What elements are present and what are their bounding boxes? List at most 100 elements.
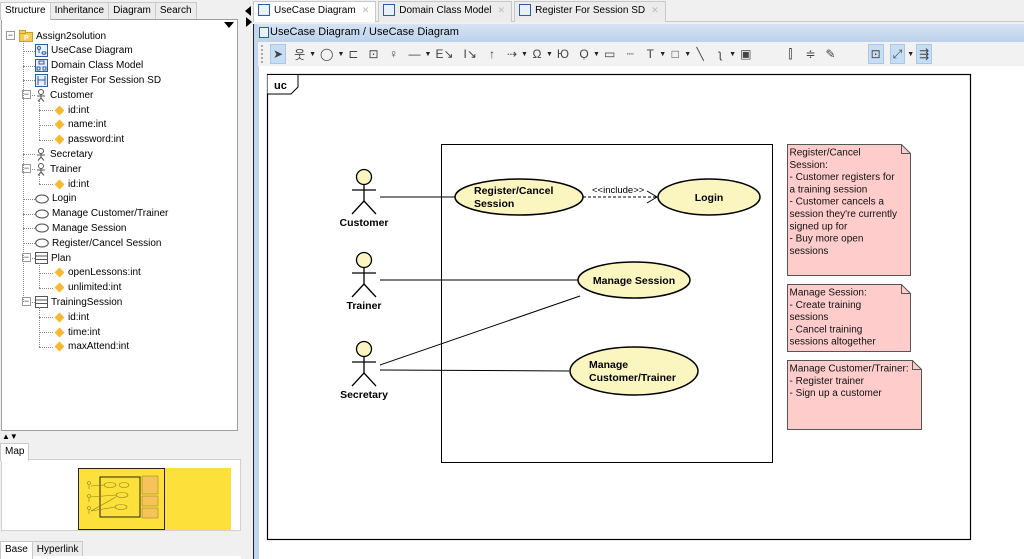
tree-item[interactable]: id:int: [53, 177, 89, 191]
note-text-line: - Customer cancels a: [790, 197, 885, 208]
tree-item[interactable]: password:int: [53, 133, 124, 147]
anchor-tool-button[interactable]: ┈: [623, 44, 637, 64]
tab-diagram[interactable]: Diagram: [108, 2, 156, 19]
pin-tool-button[interactable]: ♀: [387, 44, 401, 64]
tree-item[interactable]: name:int: [53, 118, 106, 132]
note-register[interactable]: Register/CancelSession:- Customer regist…: [787, 144, 911, 276]
map-overview[interactable]: [1, 459, 241, 531]
dropdown-arrow-icon[interactable]: ▼: [425, 51, 432, 58]
package-tool-button[interactable]: ⊏: [346, 44, 360, 64]
tab-inheritance[interactable]: Inheritance: [49, 2, 110, 19]
editor-tab-domain-class-model[interactable]: Domain Class Model ✕: [378, 1, 513, 22]
distribute-tool-button[interactable]: ≑: [803, 44, 817, 64]
tree-item[interactable]: maxAttend:int: [53, 340, 129, 354]
tree-menu-arrow-icon[interactable]: [224, 22, 234, 28]
interface-tool-icon: Ω: [532, 47, 542, 61]
actor-tool-button[interactable]: 웃: [292, 44, 307, 64]
interface-tool-button[interactable]: Ω: [530, 44, 544, 64]
realization-tool-button[interactable]: Ю: [555, 44, 571, 64]
subsystem-tool-button[interactable]: ⊡: [366, 44, 380, 64]
include-tool-button[interactable]: I↘: [462, 44, 479, 64]
tree-item[interactable]: Register For Session SD: [35, 73, 161, 87]
usecase-manage-customer-trainer[interactable]: Manage Customer/Trainer: [569, 346, 699, 396]
dependency-tool-button[interactable]: ⇢: [505, 44, 519, 64]
attribute-icon: [54, 179, 65, 189]
usecase-icon: [35, 223, 49, 233]
tree-item[interactable]: UseCase Diagram: [35, 44, 133, 58]
dropdown-arrow-icon[interactable]: ▼: [729, 51, 736, 58]
dropdown-arrow-icon[interactable]: ▼: [337, 51, 344, 58]
tree-item[interactable]: Manage Session: [35, 221, 127, 235]
model-tree[interactable]: P Assign2solution − UseCase Diagram Domain C…: [1, 19, 238, 431]
text-tool-button[interactable]: T: [643, 44, 657, 64]
dropdown-arrow-icon[interactable]: ▼: [593, 51, 600, 58]
tab-structure[interactable]: Structure: [0, 2, 51, 20]
usecase-icon: [35, 209, 49, 219]
tree-item[interactable]: Customer: [35, 88, 93, 102]
usecase-diagram-icon: [259, 27, 269, 38]
toolbar-grip[interactable]: [261, 45, 264, 63]
tree-item[interactable]: unlimited:int: [53, 281, 121, 295]
usecase-login[interactable]: Login: [657, 178, 761, 216]
diagram-canvas[interactable]: uc <<include>> Customer Trainer Secretary …: [259, 66, 1024, 559]
dropdown-arrow-icon[interactable]: ▼: [907, 51, 914, 58]
attribute-icon: [54, 105, 65, 115]
tab-map[interactable]: Map: [0, 443, 30, 461]
select-tool-button[interactable]: ➤: [270, 44, 287, 64]
tree-item[interactable]: Register/Cancel Session: [35, 236, 162, 250]
dropdown-arrow-icon[interactable]: ▼: [309, 51, 316, 58]
tree-item[interactable]: Secretary: [35, 147, 93, 161]
tree-item[interactable]: Plan: [35, 251, 71, 265]
expand-right-icon[interactable]: [246, 17, 252, 27]
tree-item[interactable]: time:int: [53, 325, 100, 339]
control-tool-button[interactable]: Ọ: [577, 44, 591, 64]
image-tool-button[interactable]: ▣: [738, 44, 753, 64]
collapse-toggle-icon[interactable]: −: [6, 31, 15, 40]
tree-item[interactable]: openLessons:int: [53, 266, 141, 280]
editor-tab-usecase-diagram[interactable]: UseCase Diagram ✕: [253, 1, 377, 22]
dropdown-arrow-icon[interactable]: ▼: [546, 51, 553, 58]
tree-item[interactable]: P Assign2solution: [19, 29, 106, 43]
generalization-tool-button[interactable]: ↑: [485, 44, 499, 64]
auto-layout-tool-button[interactable]: ⇶: [916, 44, 933, 64]
map-thumbnail[interactable]: [78, 468, 231, 530]
split-collapse-icon[interactable]: ▲▼: [2, 433, 18, 441]
realization-tool-icon: Ю: [556, 47, 569, 61]
tree-item-label: Secretary: [50, 148, 93, 160]
note-tool-button[interactable]: ▭: [602, 44, 617, 64]
tab-base[interactable]: Base: [0, 541, 33, 559]
note-text-line: - Customer registers for: [790, 172, 896, 183]
snap-tool-button[interactable]: ⊡: [867, 44, 884, 64]
usecase-manage-session[interactable]: Manage Session: [577, 261, 691, 299]
rectangle-tool-button[interactable]: □: [668, 44, 682, 64]
tree-item[interactable]: id:int: [53, 310, 89, 324]
tab-search[interactable]: Search: [154, 2, 197, 19]
tree-item[interactable]: Login: [35, 192, 76, 206]
association-tool-button[interactable]: —: [407, 44, 423, 64]
align-vertical-tool-button[interactable]: ⫿: [783, 44, 797, 64]
dropdown-arrow-icon[interactable]: ▼: [659, 51, 666, 58]
tree-item[interactable]: TrainingSession: [35, 295, 122, 309]
tree-item[interactable]: Manage Customer/Trainer: [35, 207, 168, 221]
line-tool-button[interactable]: ╲: [693, 44, 707, 64]
close-icon[interactable]: ✕: [362, 5, 370, 16]
dropdown-arrow-icon[interactable]: ▼: [521, 51, 528, 58]
connector-style-tool-button[interactable]: ⤢: [889, 44, 906, 64]
tree-item[interactable]: Domain Class Model: [35, 59, 143, 73]
collapse-left-icon[interactable]: [245, 6, 251, 16]
diagram-toolbar: ➤ 웃 ▼ ◯ ▼ ⊏ ⊡ ♀ — ▼ E↘ I↘ ↑ ⇢ ▼ Ω ▼ Ю Ọ ▼ ▭ ┈ T ▼ □ ▼ ╲ ʅ ▼ ▣ ⫿ ≑ ✎ ⊡ ⤢ ▼ ⇶: [258, 42, 1024, 66]
freehand-tool-button[interactable]: ʅ: [713, 44, 727, 64]
pin-stick-tool-button[interactable]: ✎: [824, 44, 838, 64]
tree-item[interactable]: Trainer: [35, 162, 81, 176]
close-icon[interactable]: ✕: [498, 5, 506, 16]
extend-tool-button[interactable]: E↘: [433, 44, 455, 64]
close-icon[interactable]: ✕: [651, 5, 659, 16]
editor-tab-register-for-session-sd[interactable]: Register For Session SD ✕: [514, 1, 666, 22]
dropdown-arrow-icon[interactable]: ▼: [684, 51, 691, 58]
tree-item[interactable]: id:int: [53, 103, 89, 117]
note-manage-session[interactable]: Manage Session:- Create trainingsessions…: [787, 284, 911, 352]
panel-splitter[interactable]: [244, 0, 253, 559]
note-manage-customer[interactable]: Manage Customer/Trainer:- Register train…: [787, 360, 922, 430]
usecase-register-cancel-session[interactable]: Register/Cancel Session: [454, 178, 584, 216]
usecase-tool-button[interactable]: ◯: [318, 44, 335, 64]
